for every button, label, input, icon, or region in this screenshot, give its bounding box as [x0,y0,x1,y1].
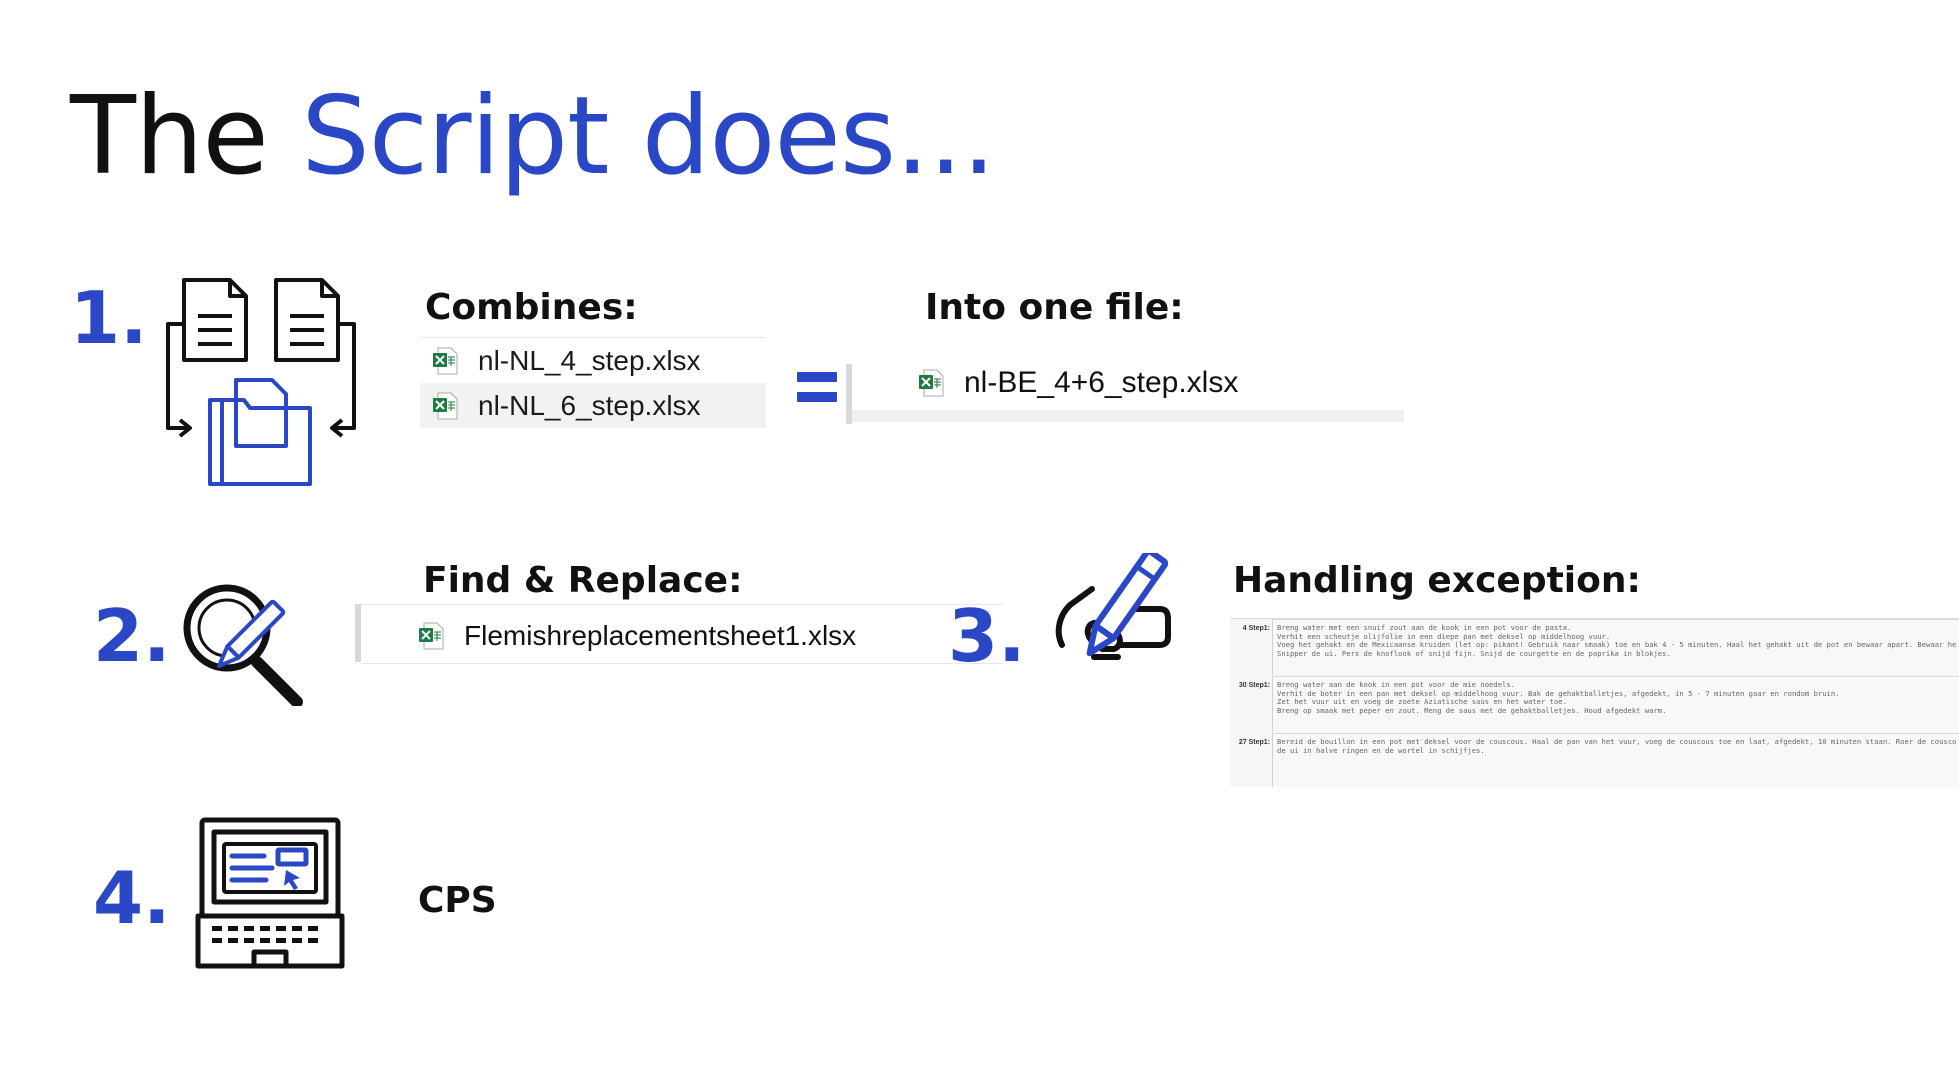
search-edit-icon [183,584,303,706]
row-cell[interactable]: Breng water met een snuif zout aan de ko… [1272,619,1959,675]
result-file[interactable]: nl-BE_4+6_step.xlsx [918,366,1238,400]
documents-merge-icon [166,278,356,486]
file-row[interactable]: nl-NL_4_step.xlsx [420,338,766,383]
laptop-form-icon [195,817,345,969]
excel-file-icon [419,622,444,650]
result-underline [852,410,1404,422]
page-title: The Script does... [70,77,996,197]
step-1-number: 1. [70,276,148,360]
cell-line: Snipper de ui. Pers de knoflook of snijd… [1277,648,1671,658]
file-name: nl-NL_6_step.xlsx [478,389,701,421]
row-label: 4 Step1: [1242,625,1270,632]
into-one-file-heading: Into one file: [925,287,1184,328]
file-name: nl-NL_4_step.xlsx [478,344,701,376]
sheet-row: 27 Step1: Bereid de bouillon in een pot … [1230,733,1959,787]
cps-label: CPS [418,880,497,921]
replacement-file[interactable]: Flemishreplacementsheet1.xlsx [418,620,856,652]
excel-file-icon [919,369,944,397]
row-label: 30 Step1: [1238,682,1270,689]
file-name: Flemishreplacementsheet1.xlsx [464,620,857,651]
excel-file-icon [433,392,458,419]
excel-file-icon [433,347,458,374]
step-2-number: 2. [93,594,171,678]
row-cell[interactable]: Breng water aan de kook in een pot voor … [1272,676,1959,732]
handling-exception-heading: Handling exception: [1233,560,1641,601]
file-name: nl-BE_4+6_step.xlsx [964,366,1239,399]
cell-line: Breng op smaak met peper en zout. Meng d… [1277,705,1667,715]
cell-line: de ui in halve ringen en de wortel in sc… [1277,745,1485,755]
combines-heading: Combines: [425,287,638,328]
equals-sign [797,372,837,404]
title-accent: Script does... [301,74,996,199]
title-plain: The [70,74,269,199]
exception-spreadsheet: 4 Step1: Breng water met een snuif zout … [1230,618,1959,787]
find-replace-heading: Find & Replace: [423,560,743,601]
row-label: 27 Step1: [1238,739,1270,746]
sheet-row: 4 Step1: Breng water met een snuif zout … [1230,619,1959,675]
source-file-list: nl-NL_4_step.xlsx nl-NL_6_step.xlsx [420,337,766,428]
step-3-number: 3. [948,594,1026,678]
sheet-row: 30 Step1: Breng water aan de kook in een… [1230,676,1959,732]
hand-pen-icon [1055,553,1171,660]
step-4-number: 4. [93,856,171,940]
row-cell[interactable]: Bereid de bouillon in een pot met deksel… [1272,733,1959,787]
file-row[interactable]: nl-NL_6_step.xlsx [420,383,766,428]
